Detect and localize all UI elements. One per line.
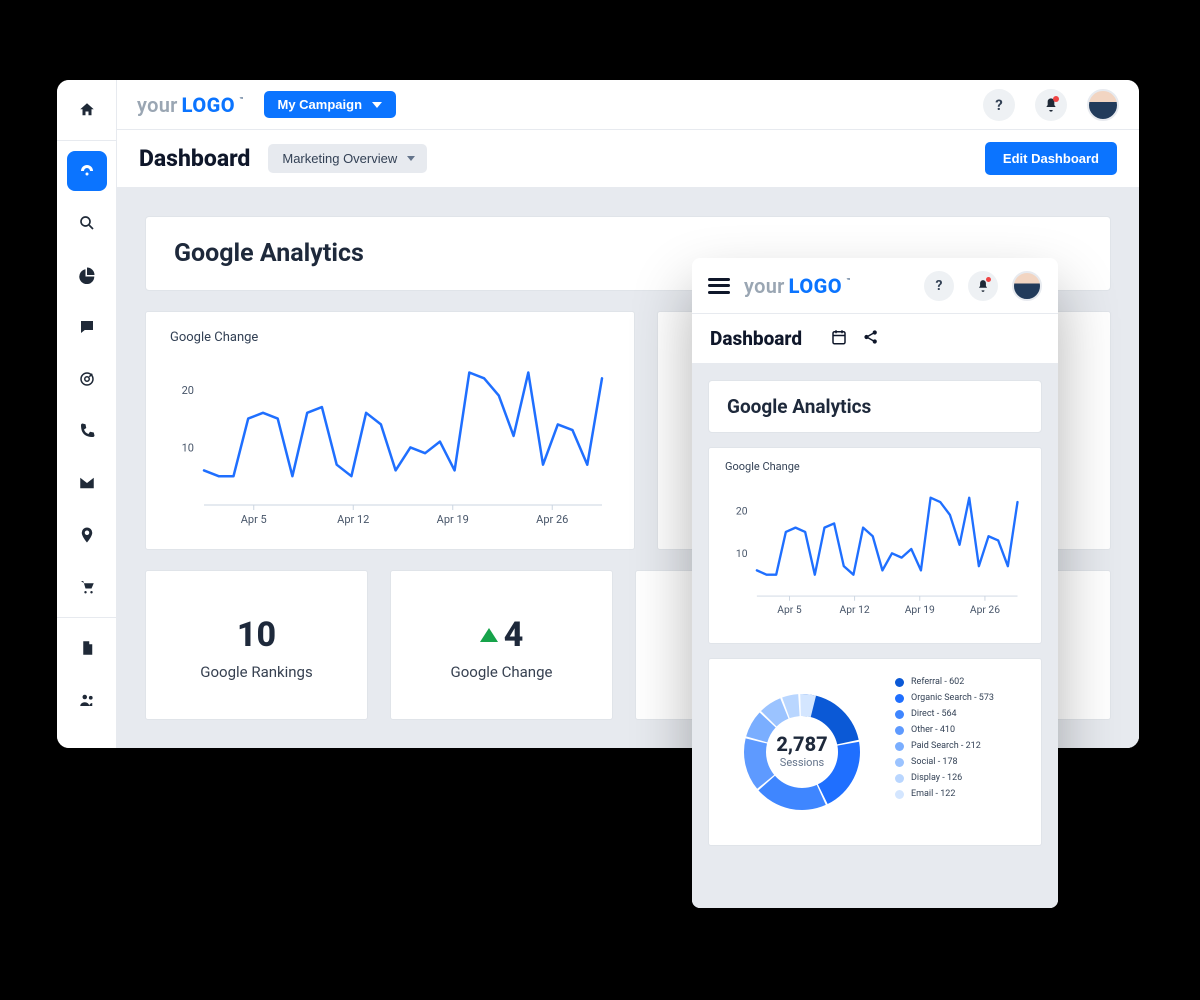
calendar-icon[interactable]	[830, 328, 848, 350]
mobile-chart-title: Google Change	[725, 460, 1025, 473]
svg-text:20: 20	[182, 384, 194, 397]
mobile-chart-card: Google Change 10 20 Apr 5 Apr 12 Apr 19 Apr 2…	[708, 447, 1042, 644]
mobile-logo[interactable]: your LOGO ™	[744, 274, 851, 298]
logo-tm: ™	[846, 277, 850, 285]
mobile-line-chart: 10 20 Apr 5 Apr 12 Apr 19 Apr 26	[725, 477, 1025, 627]
target-icon[interactable]	[67, 359, 107, 399]
campaign-selector-label: My Campaign	[278, 97, 363, 112]
stat-label: Google Rankings	[200, 663, 312, 681]
view-selector-label: Marketing Overview	[282, 151, 397, 166]
notification-dot-icon	[986, 277, 991, 282]
users-icon[interactable]	[67, 680, 107, 720]
legend-item: Paid Search - 212	[895, 741, 994, 751]
svg-text:Sessions: Sessions	[780, 756, 825, 769]
pie-chart-icon[interactable]	[67, 255, 107, 295]
mobile-top-bar: your LOGO ™ ?	[692, 258, 1058, 314]
svg-text:Apr 19: Apr 19	[905, 603, 935, 616]
legend-item: Direct - 564	[895, 709, 994, 719]
trend-up-icon	[480, 628, 498, 642]
legend-item: Referral - 602	[895, 677, 994, 687]
top-bar: your LOGO ™ My Campaign ?	[117, 80, 1139, 130]
dashboard-icon[interactable]	[67, 151, 107, 191]
legend-item: Organic Search - 573	[895, 693, 994, 703]
mobile-notifications-button[interactable]	[968, 271, 998, 301]
mobile-section-title: Google Analytics	[727, 395, 1023, 418]
donut-chart: 2,787Sessions	[727, 677, 877, 827]
help-button[interactable]: ?	[983, 89, 1015, 121]
stat-card-change: 4 Google Change	[390, 570, 613, 720]
svg-text:20: 20	[736, 504, 748, 517]
legend-item: Display - 126	[895, 773, 994, 783]
mobile-avatar[interactable]	[1012, 271, 1042, 301]
legend-item: Email - 122	[895, 789, 994, 799]
svg-text:10: 10	[182, 441, 194, 454]
stat-card-rankings: 10 Google Rankings	[145, 570, 368, 720]
logo-logo: LOGO	[789, 274, 842, 298]
edit-dashboard-button[interactable]: Edit Dashboard	[985, 142, 1117, 175]
chart-title: Google Change	[170, 330, 610, 345]
user-avatar[interactable]	[1087, 89, 1119, 121]
menu-icon[interactable]	[708, 278, 730, 294]
mail-icon[interactable]	[67, 463, 107, 503]
header-bar: Dashboard Marketing Overview Edit Dashbo…	[117, 130, 1139, 188]
notifications-button[interactable]	[1035, 89, 1067, 121]
mobile-help-button[interactable]: ?	[924, 271, 954, 301]
line-chart: 10 20 Apr 5 Apr 12 Apr 19 Apr 26	[170, 353, 610, 533]
sessions-donut-card: 2,787Sessions Referral - 602 Organic Sear…	[708, 658, 1042, 846]
logo-your: your	[744, 274, 785, 298]
stat-label: Google Change	[451, 663, 553, 681]
svg-text:Apr 26: Apr 26	[970, 603, 1000, 616]
svg-text:Apr 12: Apr 12	[840, 603, 870, 616]
mobile-section-panel: Google Analytics	[708, 380, 1042, 433]
legend-item: Other - 410	[895, 725, 994, 735]
logo-logo: LOGO	[182, 93, 235, 117]
page-title: Dashboard	[139, 145, 250, 172]
mobile-content: Google Analytics Google Change 10 20 Apr 5…	[692, 364, 1058, 908]
donut-legend: Referral - 602 Organic Search - 573 Direct…	[895, 677, 994, 799]
share-icon[interactable]	[862, 328, 880, 350]
mobile-window: your LOGO ™ ? Dashboard Google Analytics…	[692, 258, 1058, 908]
svg-text:Apr 5: Apr 5	[241, 513, 267, 526]
mobile-header: Dashboard	[692, 314, 1058, 364]
cart-icon[interactable]	[67, 567, 107, 607]
view-selector-dropdown[interactable]: Marketing Overview	[268, 144, 427, 173]
pin-icon[interactable]	[67, 515, 107, 555]
campaign-selector-button[interactable]: My Campaign	[264, 91, 397, 118]
file-icon[interactable]	[67, 628, 107, 668]
google-change-chart-card: Google Change 10 20 Apr 5 Apr 12 Apr 19 Apr 2…	[145, 311, 635, 550]
stat-value: 4	[504, 615, 524, 655]
home-icon[interactable]	[67, 90, 107, 130]
svg-text:Apr 5: Apr 5	[777, 603, 802, 616]
search-icon[interactable]	[67, 203, 107, 243]
legend-item: Social - 178	[895, 757, 994, 767]
logo-your: your	[137, 93, 178, 117]
svg-text:10: 10	[736, 547, 748, 560]
svg-text:Apr 19: Apr 19	[437, 513, 469, 526]
phone-icon[interactable]	[67, 411, 107, 451]
comment-icon[interactable]	[67, 307, 107, 347]
svg-text:Apr 26: Apr 26	[536, 513, 568, 526]
svg-text:2,787: 2,787	[776, 732, 827, 756]
mobile-page-title: Dashboard	[710, 327, 802, 350]
logo-tm: ™	[239, 96, 243, 104]
stat-value: 10	[237, 615, 276, 655]
notification-dot-icon	[1053, 96, 1059, 102]
left-sidebar	[57, 80, 117, 748]
svg-text:Apr 12: Apr 12	[337, 513, 369, 526]
logo[interactable]: your LOGO ™	[137, 93, 244, 117]
